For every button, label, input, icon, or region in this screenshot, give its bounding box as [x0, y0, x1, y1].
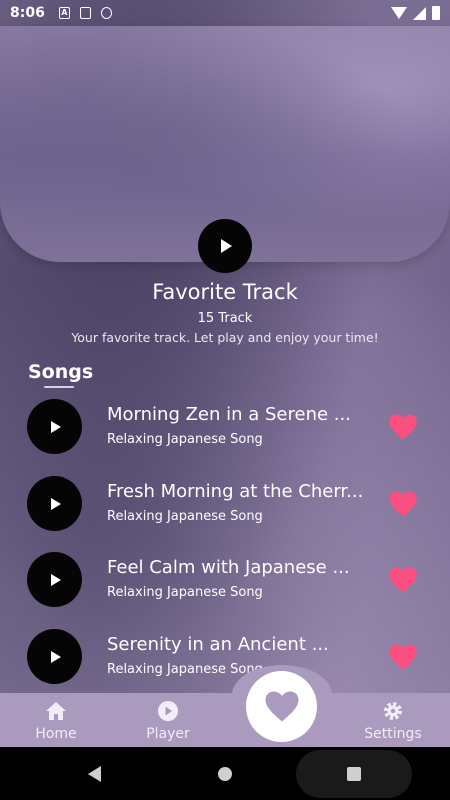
play-icon: [51, 497, 61, 510]
song-play-button[interactable]: [27, 552, 82, 607]
system-home-icon[interactable]: [218, 767, 232, 781]
wifi-icon: [391, 7, 407, 19]
playlist-count: 15 Track: [197, 311, 253, 326]
sync-icon: [100, 7, 112, 19]
play-icon: [51, 573, 61, 586]
song-play-button[interactable]: [27, 399, 82, 454]
song-subtitle: Relaxing Japanese Song: [107, 509, 263, 524]
play-icon: [51, 650, 61, 663]
favorite-heart-icon[interactable]: [388, 566, 418, 594]
nav-settings-label: Settings: [364, 726, 422, 742]
song-title: Feel Calm with Japanese ...: [107, 557, 350, 578]
playlist-description: Your favorite track. Let play and enjoy …: [71, 330, 379, 345]
play-all-button[interactable]: [198, 219, 252, 273]
song-title: Morning Zen in a Serene ...: [107, 404, 351, 425]
favorites-nav-button[interactable]: [246, 671, 317, 742]
status-right: [391, 6, 440, 20]
song-item[interactable]: Morning Zen in a Serene ... Relaxing Jap…: [0, 397, 450, 457]
home-icon: [46, 702, 66, 720]
a-icon: A: [58, 7, 70, 19]
play-icon: [221, 239, 232, 253]
nav-home-label: Home: [35, 726, 77, 742]
recents-icon[interactable]: [347, 767, 361, 781]
songs-heading-underline: [44, 386, 74, 388]
song-item[interactable]: Serenity in an Ancient ... Relaxing Japa…: [0, 627, 450, 687]
status-bar: 8:06 A: [0, 0, 450, 26]
song-item[interactable]: Fresh Morning at the Cherr... Relaxing J…: [0, 474, 450, 534]
heart-icon: [265, 691, 298, 722]
song-subtitle: Relaxing Japanese Song: [107, 662, 263, 677]
song-play-button[interactable]: [27, 476, 82, 531]
nav-player[interactable]: Player: [128, 700, 208, 742]
song-subtitle: Relaxing Japanese Song: [107, 585, 263, 600]
songs-heading: Songs: [28, 361, 94, 383]
play-circle-icon: [158, 701, 178, 721]
song-subtitle: Relaxing Japanese Song: [107, 432, 263, 447]
playlist-title: Favorite Track: [152, 280, 298, 304]
favorite-heart-icon[interactable]: [388, 643, 418, 671]
song-title: Serenity in an Ancient ...: [107, 634, 329, 655]
nav-settings[interactable]: Settings: [353, 700, 433, 742]
favorite-heart-icon[interactable]: [388, 490, 418, 518]
sd-card-icon: [79, 7, 91, 19]
back-icon[interactable]: [88, 766, 101, 782]
song-title: Fresh Morning at the Cherr...: [107, 481, 364, 502]
nav-home[interactable]: Home: [16, 700, 96, 742]
battery-icon: [432, 6, 440, 20]
signal-icon: [413, 6, 426, 20]
status-time: 8:06: [10, 5, 45, 21]
gear-icon: [384, 702, 402, 720]
song-item[interactable]: Feel Calm with Japanese ... Relaxing Jap…: [0, 550, 450, 610]
nav-player-label: Player: [146, 726, 190, 742]
play-icon: [51, 420, 61, 433]
song-play-button[interactable]: [27, 629, 82, 684]
favorite-heart-icon[interactable]: [388, 413, 418, 441]
